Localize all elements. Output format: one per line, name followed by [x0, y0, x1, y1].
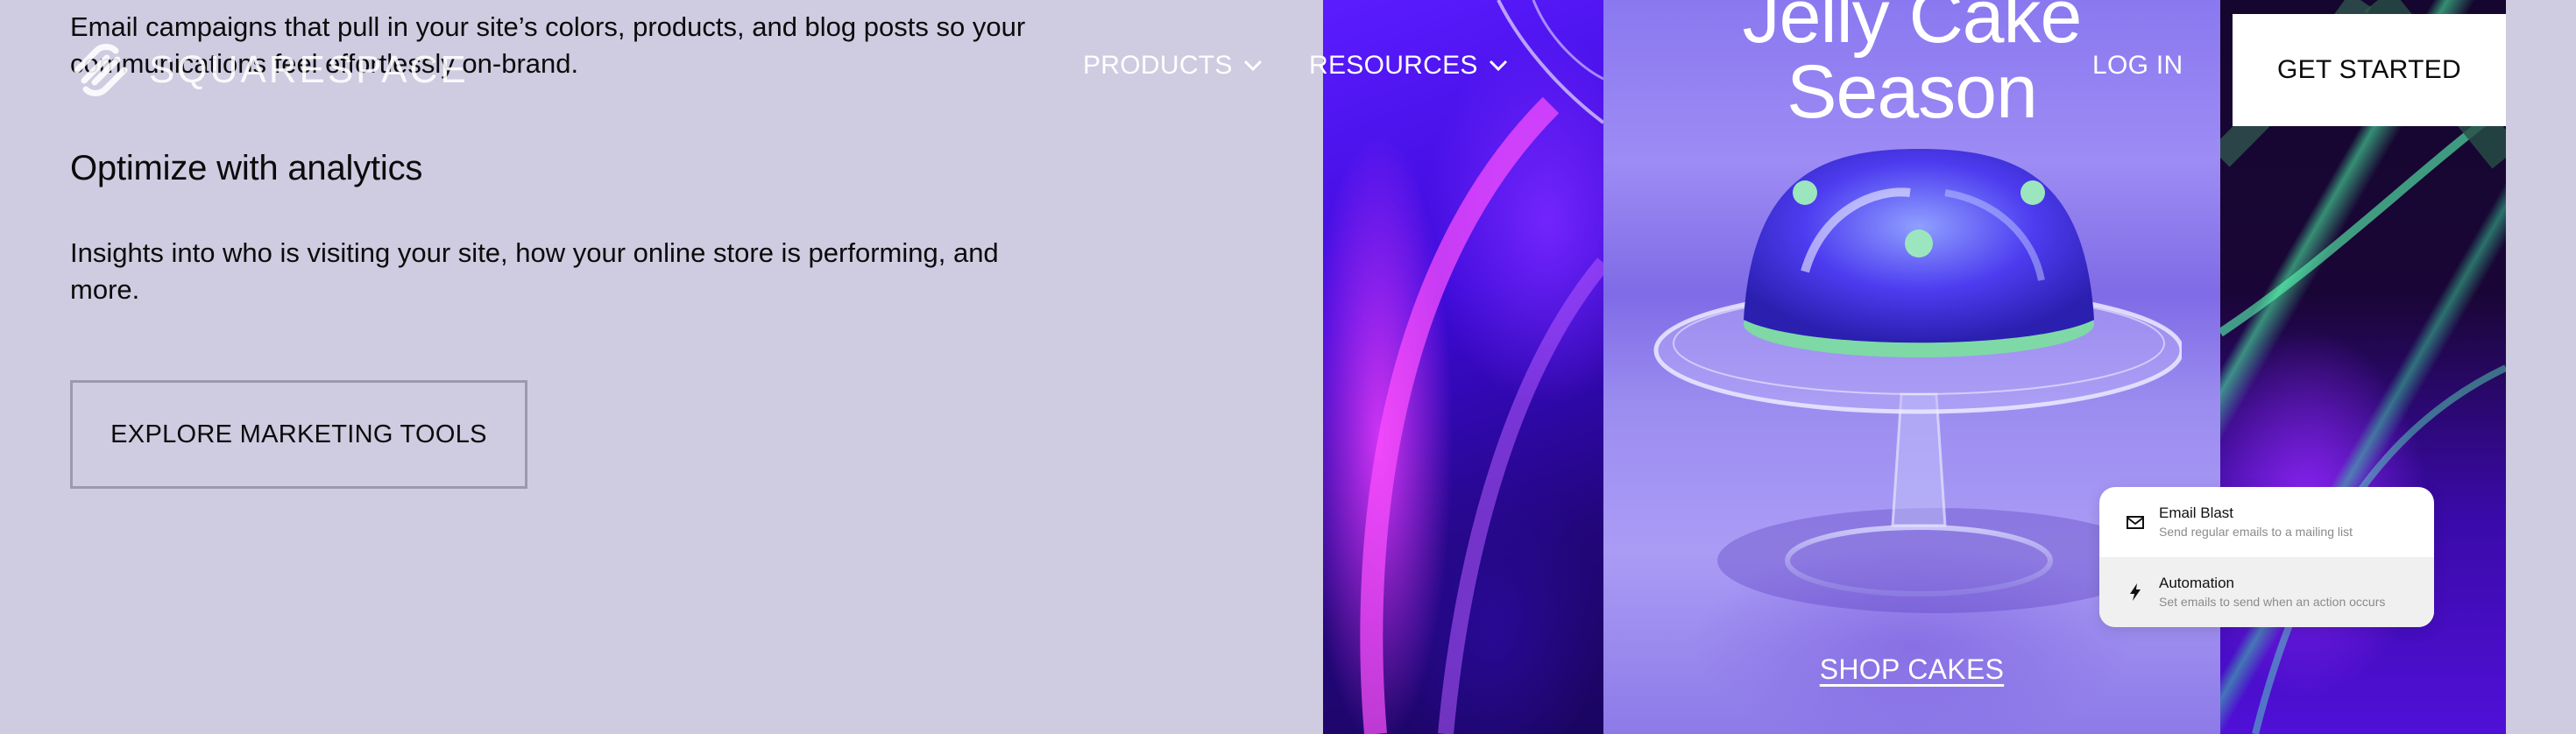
menu-item-text: Automation Set emails to send when an ac… — [2159, 574, 2385, 610]
nav-products-label: PRODUCTS — [1083, 51, 1233, 80]
email-campaign-type-menu: Email Blast Send regular emails to a mai… — [2099, 487, 2434, 627]
nav-products[interactable]: PRODUCTS — [1083, 51, 1263, 81]
chevron-down-icon — [1243, 60, 1262, 72]
menu-item-automation[interactable]: Automation Set emails to send when an ac… — [2099, 557, 2434, 627]
menu-item-subtitle: Send regular emails to a mailing list — [2159, 525, 2353, 539]
squarespace-wordmark: SQUARESPACE — [149, 48, 469, 91]
login-link[interactable]: LOG IN — [2092, 51, 2183, 81]
squarespace-logo[interactable]: SQUARESPACE — [70, 44, 469, 96]
menu-item-text: Email Blast Send regular emails to a mai… — [2159, 504, 2353, 540]
menu-item-subtitle: Set emails to send when an action occurs — [2159, 595, 2386, 609]
site-header: SQUARESPACE PRODUCTS RESOURCES LOG IN GE… — [0, 0, 2576, 140]
menu-item-title: Automation — [2159, 575, 2234, 591]
nav-resources[interactable]: RESOURCES — [1309, 51, 1508, 81]
nav-resources-label: RESOURCES — [1309, 51, 1478, 80]
menu-item-email-blast[interactable]: Email Blast Send regular emails to a mai… — [2099, 487, 2434, 557]
lightning-icon — [2130, 583, 2141, 601]
analytics-description: Insights into who is visiting your site,… — [70, 237, 999, 305]
analytics-heading: Optimize with analytics — [70, 149, 423, 187]
explore-marketing-tools-button[interactable]: EXPLORE MARKETING TOOLS — [70, 380, 527, 489]
get-started-button[interactable]: GET STARTED — [2233, 14, 2506, 126]
envelope-icon — [2127, 516, 2144, 529]
chevron-down-icon — [1489, 60, 1507, 72]
squarespace-logo-icon — [74, 44, 128, 96]
menu-item-title: Email Blast — [2159, 505, 2234, 521]
shop-cakes-link[interactable]: SHOP CAKES — [1603, 653, 2220, 686]
